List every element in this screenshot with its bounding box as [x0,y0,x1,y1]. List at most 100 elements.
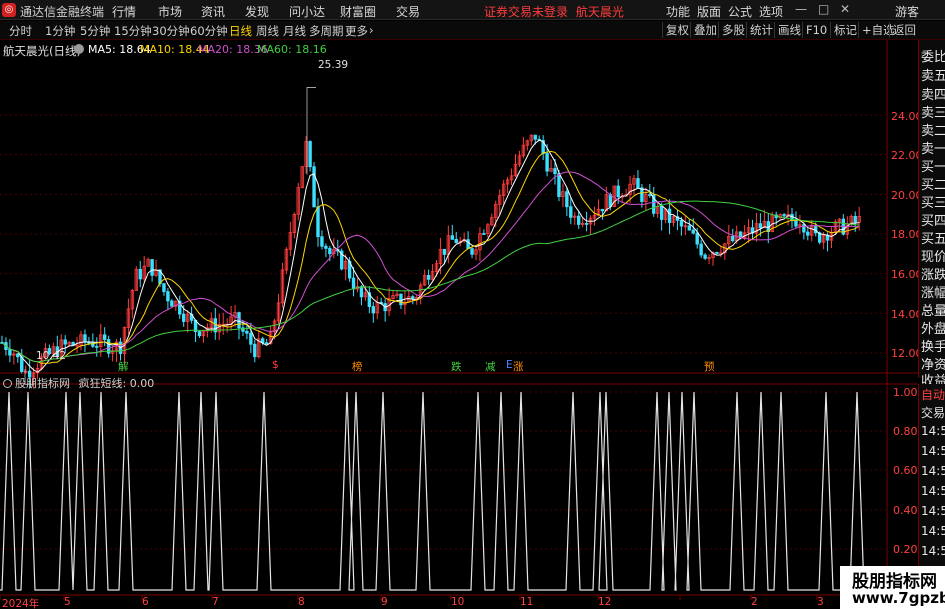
sidebar-item[interactable]: 买四 [921,210,945,229]
candle-body [150,259,154,276]
x-axis-label: 5 [64,596,71,608]
sidebar-item[interactable]: 买二 [921,174,945,193]
ma20-line [1,171,860,363]
candle-body [237,312,241,329]
candle-body [695,232,699,245]
candle-body [608,194,612,208]
candle-body [426,275,431,280]
indicator-tick: 0.40 [893,504,918,517]
candle-body [565,191,569,208]
candle-body [83,334,87,343]
candle-body [569,206,573,218]
candle-body [442,248,447,255]
candle-body [63,339,67,345]
watermark: 股朋指标网 www.7gpzb.com [840,566,945,609]
event-marker-rise[interactable]: 涨 [513,359,524,374]
x-axis-label: 7 [212,596,219,608]
kline-chart[interactable] [0,0,945,609]
moving-average-lines [1,139,860,373]
price-high-label: 25.39 [318,59,349,71]
trade-label[interactable]: 交易 [921,404,945,421]
event-marker-fall[interactable]: 跌 [451,359,462,374]
candle-body [691,229,695,234]
sidebar-item[interactable]: 总量 [921,300,945,319]
sidebar-item[interactable]: 卖三 [921,102,945,121]
sidebar-item[interactable]: 外盘 [921,318,945,337]
candle-body [264,342,269,345]
sidebar-item[interactable]: 换手 [921,336,945,355]
candle-body [470,248,474,255]
indicator-spikes [0,391,887,591]
price-low-label: 10.42 [36,350,67,362]
candlestick-series [0,134,861,389]
tick-time: 14:56 [921,504,945,518]
indicator-value: 疯狂短线: 0.00 [78,377,155,390]
candle-body [316,206,320,238]
auto-toggle[interactable]: 自动 [921,386,945,403]
event-marker-reduce[interactable]: 减 [485,359,496,374]
sidebar-item[interactable]: 买三 [921,192,945,211]
sidebar-item[interactable]: 委比 [921,46,945,65]
candle-body [806,231,810,236]
candle-body [636,178,640,189]
sidebar-item[interactable]: 买一 [921,156,945,175]
quote-sidebar: 委比 卖五 卖四 卖三 卖二 卖一 买一 买二 买三 买四 买五 现价 涨跌 涨… [918,40,945,389]
candle-body [253,343,257,358]
sidebar-item[interactable]: 涨跌 [921,264,945,283]
candle-body [138,268,142,280]
candle-body [600,208,605,212]
event-marker-e[interactable]: E [506,359,513,371]
candle-body [687,225,691,231]
candle-body [351,277,356,290]
candle-body [166,291,170,302]
x-axis-label: 2 [751,596,758,608]
event-marker-billboard[interactable]: 榜 [352,359,363,374]
settings-gear-icon[interactable] [74,44,84,54]
candle-body [249,332,253,345]
sidebar-item[interactable]: 卖四 [921,84,945,103]
tick-time: 14:56 [921,464,945,478]
event-marker-unlock[interactable]: 解 [118,359,129,374]
ma60-legend: MA60: 18.16 [257,43,327,56]
tick-time: 14:56 [921,444,945,458]
indicator-settings-icon[interactable] [3,379,12,388]
sidebar-item[interactable]: 涨幅 [921,282,945,301]
candle-body [324,245,328,249]
candle-body [16,353,20,358]
sidebar-item[interactable]: 卖二 [921,120,945,139]
candle-body [450,235,454,240]
candle-body [667,208,672,223]
candle-body [533,134,537,140]
candle-body [782,214,786,217]
event-marker-forecast[interactable]: 预 [704,359,715,374]
candle-body [659,206,664,220]
candle-body [371,306,375,314]
candle-body [308,141,312,168]
candle-body [454,238,458,244]
x-axis-label: 11 [520,596,534,608]
event-marker-dollar[interactable]: $ [272,359,279,371]
watermark-url: www.7gpzb.com [852,589,945,607]
candle-body [312,166,316,208]
candle-body [731,235,735,242]
stock-title: 航天晨光(日线) [3,44,81,58]
candle-body [699,243,703,256]
candle-body [399,293,403,306]
candle-body [95,345,99,348]
candle-body [584,223,589,225]
x-axis-label: 6 [142,596,149,608]
indicator-name[interactable]: 股朋指标网 [15,377,70,390]
candle-body [648,194,652,196]
candle-body [679,219,684,227]
indicator-tick: 0.60 [893,464,918,477]
sidebar-item[interactable]: 卖五 [921,65,945,84]
sidebar-item[interactable]: 卖一 [921,138,945,157]
candle-body [557,173,561,197]
tick-time: 14:56 [921,424,945,438]
x-axis-label: 9 [381,596,388,608]
candle-body [577,215,581,225]
candle-body [245,330,249,334]
x-axis-label: 3 [817,596,824,608]
sidebar-item[interactable]: 现价 [921,246,945,265]
sidebar-item[interactable]: 买五 [921,228,945,247]
